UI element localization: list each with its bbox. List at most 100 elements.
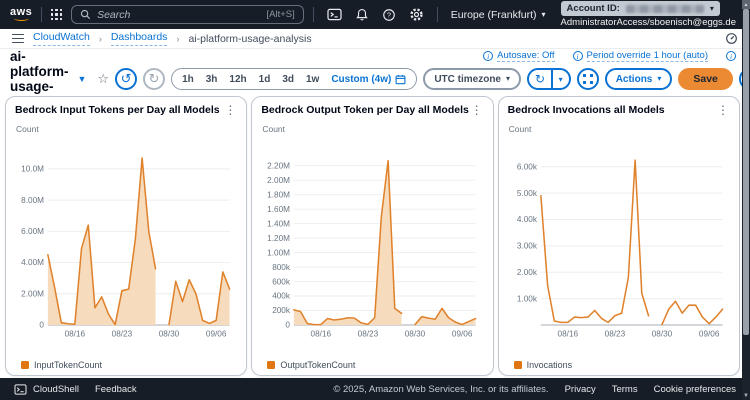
gauge-icon[interactable]: [725, 32, 738, 45]
svg-text:1.40M: 1.40M: [268, 219, 291, 228]
ellipsis-menu-icon[interactable]: ⋮: [223, 104, 237, 116]
dashboard-grid: Bedrock Input Tokens per Day all Models …: [0, 95, 750, 378]
divider: [313, 7, 314, 22]
svg-text:4.00k: 4.00k: [517, 215, 538, 224]
range-1w[interactable]: 1w: [300, 74, 325, 85]
undo-icon: ↺: [121, 71, 132, 87]
svg-text:?: ?: [387, 10, 391, 19]
svg-text:800k: 800k: [273, 262, 292, 271]
svg-text:1.00k: 1.00k: [517, 294, 538, 303]
vertical-scrollbar[interactable]: ▲ ▼: [742, 0, 750, 400]
favorite-star-icon[interactable]: ☆: [97, 71, 109, 87]
legend-label: OutputTokenCount: [280, 360, 355, 370]
svg-text:1.60M: 1.60M: [268, 204, 291, 213]
cookie-preferences-link[interactable]: Cookie preferences: [654, 384, 736, 395]
legend-item[interactable]: InputTokenCount: [15, 359, 237, 372]
scroll-down-arrow-icon[interactable]: ▼: [742, 393, 750, 399]
legend-item[interactable]: OutputTokenCount: [261, 359, 483, 372]
line-chart-invocations[interactable]: 1.00k2.00k3.00k4.00k5.00k6.00k08/1608/23…: [508, 134, 730, 359]
cloudshell-button[interactable]: CloudShell: [14, 384, 79, 395]
svg-text:08/23: 08/23: [358, 329, 379, 338]
refresh-button[interactable]: ↻: [529, 70, 551, 88]
svg-text:6.00k: 6.00k: [517, 162, 538, 171]
apps-grid-icon[interactable]: [51, 9, 62, 20]
save-button[interactable]: Save: [678, 68, 733, 90]
title-dropdown-caret-icon[interactable]: ▼: [77, 74, 86, 84]
ellipsis-menu-icon[interactable]: ⋮: [716, 104, 730, 116]
svg-text:2.00M: 2.00M: [268, 175, 291, 184]
breadcrumb-cloudwatch[interactable]: CloudWatch: [33, 31, 90, 45]
chart-card-input-tokens: Bedrock Input Tokens per Day all Models …: [5, 96, 247, 376]
account-menu[interactable]: Account ID: ▾ AdministratorAccess/sboeni…: [561, 1, 736, 28]
svg-text:08/16: 08/16: [557, 329, 578, 338]
info-icon: i: [483, 51, 493, 61]
help-icon[interactable]: ?: [382, 8, 396, 22]
chart-card-invocations: Bedrock Invocations all Models ⋮ Count 1…: [498, 96, 740, 376]
area-chart-input-tokens[interactable]: 02.00M4.00M6.00M8.00M10.0M08/1608/2308/3…: [15, 134, 237, 359]
info-icon[interactable]: i: [726, 51, 736, 61]
time-range-selector: 1h 3h 12h 1d 3d 1w Custom (4w): [171, 68, 417, 90]
chevron-down-icon: ▾: [542, 11, 546, 19]
chevron-down-icon: ▾: [710, 5, 714, 13]
scroll-up-arrow-icon[interactable]: ▲: [742, 0, 750, 9]
ellipsis-menu-icon[interactable]: ⋮: [470, 104, 484, 116]
divider: [41, 7, 42, 22]
scrollbar-thumb[interactable]: [743, 9, 749, 335]
autosave-toggle[interactable]: i Autosave: Off: [483, 50, 554, 62]
range-3d[interactable]: 3d: [276, 74, 300, 85]
range-3h[interactable]: 3h: [200, 74, 224, 85]
timezone-select[interactable]: UTC timezone ▾: [423, 68, 521, 90]
svg-text:600k: 600k: [273, 277, 292, 286]
range-1d[interactable]: 1d: [253, 74, 277, 85]
svg-text:2.00k: 2.00k: [517, 268, 538, 277]
redo-icon: ↻: [149, 71, 160, 87]
y-axis-label: Count: [16, 124, 237, 134]
account-id-box: Account ID: ▾: [561, 1, 720, 16]
range-custom[interactable]: Custom (4w): [325, 74, 412, 85]
chevron-down-icon: ▾: [506, 75, 510, 83]
svg-text:2.00M: 2.00M: [21, 289, 44, 298]
timezone-label: UTC timezone: [434, 74, 501, 85]
refresh-icon: ↻: [535, 72, 545, 86]
chart-title: Bedrock Output Token per Day all Models: [261, 104, 469, 117]
actions-button[interactable]: Actions ▾: [605, 68, 673, 90]
range-12h[interactable]: 12h: [223, 74, 252, 85]
svg-text:08/30: 08/30: [651, 329, 672, 338]
area-chart-output-tokens[interactable]: 0200k400k600k800k1.00M1.20M1.40M1.60M1.8…: [261, 134, 483, 359]
svg-text:08/16: 08/16: [311, 329, 332, 338]
svg-text:1.00M: 1.00M: [268, 248, 291, 257]
breadcrumb: CloudWatch › Dashboards › ai-platform-us…: [0, 29, 750, 49]
privacy-link[interactable]: Privacy: [565, 384, 596, 395]
breadcrumb-dashboards[interactable]: Dashboards: [111, 31, 168, 45]
breadcrumb-current: ai-platform-usage-analysis: [188, 33, 311, 45]
account-id-label: Account ID:: [567, 3, 620, 14]
hamburger-menu-icon[interactable]: [12, 34, 24, 44]
search-input[interactable]: Search [Alt+S]: [71, 5, 304, 24]
terms-link[interactable]: Terms: [612, 384, 638, 395]
legend-item[interactable]: Invocations: [508, 359, 730, 372]
search-icon: [80, 9, 91, 20]
svg-text:08/30: 08/30: [405, 329, 426, 338]
search-shortcut: [Alt+S]: [267, 9, 295, 20]
chevron-right-icon: ›: [99, 34, 102, 44]
legend-swatch: [267, 361, 275, 369]
range-1h[interactable]: 1h: [176, 74, 200, 85]
notifications-bell-icon[interactable]: [355, 8, 369, 22]
cloudshell-icon[interactable]: [327, 8, 342, 21]
redo-button[interactable]: ↻: [143, 68, 165, 90]
settings-gear-icon[interactable]: [409, 7, 424, 22]
svg-text:08/30: 08/30: [159, 329, 180, 338]
undo-button[interactable]: ↺: [115, 68, 137, 90]
copyright-text: © 2025, Amazon Web Services, Inc. or its…: [333, 384, 548, 395]
period-override[interactable]: i Period override 1 hour (auto): [573, 50, 708, 62]
y-axis-label: Count: [262, 124, 483, 134]
feedback-link[interactable]: Feedback: [95, 384, 137, 395]
custom-range-label: Custom (4w): [331, 74, 391, 85]
svg-text:1.80M: 1.80M: [268, 190, 291, 199]
fullscreen-button[interactable]: [577, 68, 599, 90]
refresh-options-button[interactable]: ▾: [553, 70, 569, 88]
region-selector[interactable]: Europe (Frankfurt) ▾: [451, 9, 546, 21]
search-placeholder: Search: [97, 9, 260, 21]
svg-text:08/23: 08/23: [112, 329, 133, 338]
aws-logo[interactable]: aws: [10, 7, 32, 21]
